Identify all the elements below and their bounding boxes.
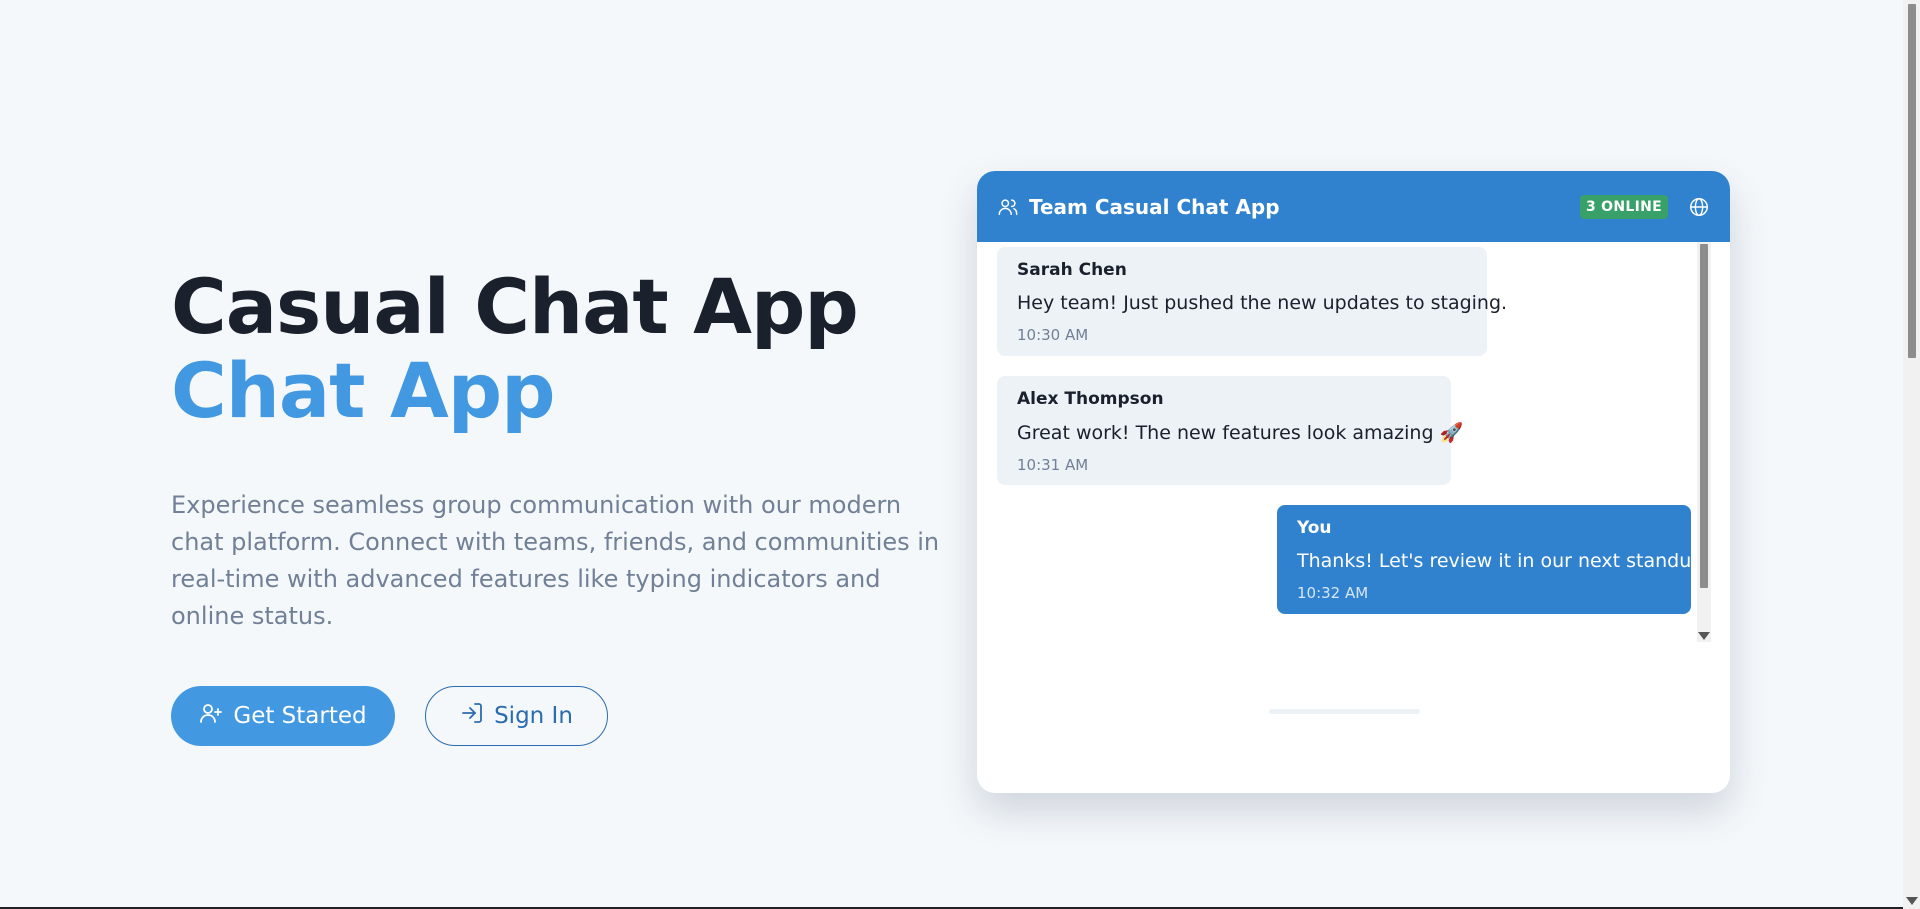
message-time: 10:30 AM <box>1017 326 1089 344</box>
message-bubble: Sarah Chen Hey team! Just pushed the new… <box>997 247 1508 356</box>
page-scrollbar-thumb[interactable] <box>1908 4 1916 358</box>
message-bubble: Alex Thompson Great work! The new featur… <box>997 376 1464 485</box>
sign-in-button[interactable]: Sign In <box>425 686 608 746</box>
user-plus-icon <box>199 701 223 731</box>
message-scrollbar-thumb[interactable] <box>1700 244 1708 588</box>
message-time: 10:31 AM <box>1017 456 1089 474</box>
online-badge: 3 ONLINE <box>1579 194 1668 219</box>
page-scroll-down-arrow-icon[interactable] <box>1906 897 1918 905</box>
message-scrollbar[interactable] <box>1697 242 1711 642</box>
sign-in-label: Sign In <box>494 703 573 729</box>
typing-indicator <box>1269 709 1420 714</box>
hero-description: Experience seamless group communication … <box>171 491 940 630</box>
message-author: You <box>1297 518 1332 538</box>
message-text: Hey team! Just pushed the new updates to… <box>1017 292 1508 314</box>
chat-header: Team Casual Chat App 3 ONLINE <box>977 171 1730 242</box>
get-started-button[interactable]: Get Started <box>171 686 395 746</box>
chat-title: Team Casual Chat App <box>1029 194 1280 219</box>
message-text: Thanks! Let's review it in our next stan… <box>1297 550 1691 572</box>
cta-row: Get Started Sign In <box>171 686 951 746</box>
message-author: Alex Thompson <box>1017 389 1164 409</box>
hero-title-accent: Chat App <box>171 346 556 435</box>
chat-preview-window: Team Casual Chat App 3 ONLINE Sarah Chen… <box>977 171 1730 793</box>
message-list[interactable]: Sarah Chen Hey team! Just pushed the new… <box>997 242 1691 640</box>
message-bubble-own: You Thanks! Let's review it in our next … <box>1277 505 1691 614</box>
hero-section: Casual Chat App Chat App Experience seam… <box>171 265 951 746</box>
message-author: Sarah Chen <box>1017 260 1127 280</box>
scroll-down-arrow-icon[interactable] <box>1698 632 1710 640</box>
users-icon <box>997 196 1019 218</box>
get-started-label: Get Started <box>233 703 367 729</box>
page-scrollbar[interactable] <box>1903 0 1920 909</box>
hero-title: Casual Chat App Chat App <box>171 265 951 433</box>
message-text: Great work! The new features look amazin… <box>1017 422 1464 444</box>
message-time: 10:32 AM <box>1297 584 1369 602</box>
chat-body: Sarah Chen Hey team! Just pushed the new… <box>977 242 1730 793</box>
sign-in-icon <box>460 701 484 731</box>
globe-icon[interactable] <box>1688 196 1710 218</box>
hero-title-line1: Casual Chat App <box>171 262 859 351</box>
